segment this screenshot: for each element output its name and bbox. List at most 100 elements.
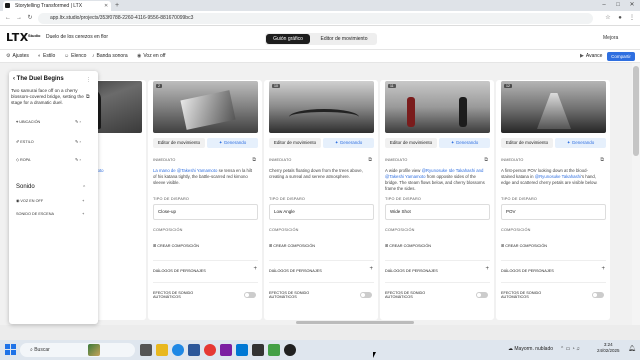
create-composition-button[interactable]: ⊞ CREAR COMPOSICIÓN [501,243,547,248]
tab-motion-editor[interactable]: Editor de movimiento [312,34,376,44]
maximize-icon[interactable]: □ [611,0,625,11]
shot-type-select[interactable]: POV [501,204,606,220]
clothing-row[interactable]: ◇ ROPA [16,156,30,164]
share-button[interactable]: Compartir [607,52,635,61]
browser-tab[interactable]: Storytelling Transformed | LTX [3,1,111,11]
copy-icon[interactable]: ⧉ [600,157,604,163]
mail-icon[interactable] [236,344,248,356]
style-row[interactable]: ✐ ESTILO [16,138,34,146]
scene-description[interactable]: Two samurai face off on a cherry blossom… [11,88,84,106]
browser-menu-icon[interactable]: ⋮ [627,11,637,26]
shot-card[interactable]: 11 Editor de movimiento ✦ Generando INME… [380,80,494,320]
horizontal-scrollbar[interactable] [296,321,414,324]
character-mention[interactable]: La mano de @Takeshi Yamamoto [153,168,217,173]
motion-editor-button[interactable]: Editor de movimiento [153,138,205,148]
create-composition-button[interactable]: ⊞ CREAR COMPOSICIÓN [269,243,315,248]
reload-icon[interactable]: ↻ [25,11,35,26]
store-icon[interactable] [188,344,200,356]
taskbar-clock[interactable]: 3:24 24/02/2025 [597,342,620,354]
close-window-icon[interactable]: ✕ [625,0,639,11]
landscape-widget-icon[interactable] [88,344,100,356]
app-icon[interactable] [220,344,232,356]
app-icon[interactable] [284,344,296,356]
cast-button[interactable]: ☺ Elenco [64,50,86,63]
generating-button[interactable]: ✦ Generando [323,138,374,148]
shot-thumbnail[interactable]: 11 [385,81,490,133]
windows-start-icon[interactable] [5,344,16,355]
create-composition-button[interactable]: ⊞ CREAR COMPOSICIÓN [385,243,431,248]
shot-thumbnail[interactable]: 2 [153,81,258,133]
add-voiceover-icon[interactable]: + [82,197,84,205]
copy-description-icon[interactable]: ⧉ [86,94,90,100]
tab-storyboard[interactable]: Guión gráfico [266,34,310,44]
notification-icon[interactable]: 🔔︎ [628,345,636,352]
taskbar-search[interactable]: ⌕ Buscar [20,343,135,357]
new-tab-icon[interactable]: + [115,1,119,11]
scene-sound-row[interactable]: SONIDO DE ESCENA [16,210,54,218]
copy-icon[interactable]: ⧉ [368,157,372,163]
add-dialogue-icon[interactable]: + [485,266,489,272]
style-button[interactable]: ◐ Estilo [38,50,55,63]
sfx-toggle[interactable] [592,292,604,298]
back-icon[interactable]: ← [3,11,13,26]
shot-type-select[interactable]: Wide Shot [385,204,490,220]
shot-card[interactable]: 12 Editor de movimiento ✦ Generando INME… [496,80,610,320]
sfx-toggle[interactable] [476,292,488,298]
edge-icon[interactable] [172,344,184,356]
soundtrack-button[interactable]: ♪ Banda sonora [92,50,128,63]
weather-widget[interactable]: ☁ Mayorm. nublado [508,346,553,352]
shot-prompt[interactable]: La mano de @Takeshi Yamamoto se tensa en… [153,168,253,186]
shot-type-select[interactable]: Low Angle [269,204,374,220]
motion-editor-button[interactable]: Editor de movimiento [269,138,321,148]
voiceover-button[interactable]: ◉ Voz en off [137,50,166,63]
motion-editor-button[interactable]: Editor de movimiento [501,138,553,148]
scene-title[interactable]: ‹ The Duel Begins [13,76,64,82]
app-logo[interactable]: LTX [6,31,29,44]
terminal-icon[interactable] [252,344,264,356]
style-edit-icon[interactable]: ✎ › [75,138,81,146]
add-scene-sound-icon[interactable]: + [82,210,84,218]
sfx-toggle[interactable] [360,292,372,298]
system-tray-icons[interactable]: ⌃ ▭ ◔ ♫ [560,346,580,352]
shot-thumbnail[interactable]: 10 [269,81,374,133]
profile-icon[interactable]: ● [615,11,625,26]
shot-prompt[interactable]: A first-person POV looking down at the b… [501,168,601,186]
minimize-icon[interactable]: – [597,0,611,11]
copy-icon[interactable]: ⧉ [484,157,488,163]
tab-close-icon[interactable]: ✕ [104,1,108,11]
create-composition-button[interactable]: ⊞ CREAR COMPOSICIÓN [153,243,199,248]
collapse-sound-icon[interactable]: ⌃ [82,185,86,191]
url-input[interactable]: app.ltx.studio/projects/353f0788-2260-41… [38,13,593,24]
task-view-icon[interactable] [140,344,152,356]
more-icon[interactable]: ⋮ [86,77,91,83]
location-edit-icon[interactable]: ✎ › [75,118,81,126]
file-explorer-icon[interactable] [156,344,168,356]
clothing-edit-icon[interactable]: ✎ › [75,156,81,164]
preview-button[interactable]: ▶ Avance [580,50,602,63]
chrome-icon[interactable] [204,344,216,356]
generating-button[interactable]: ✦ Generando [207,138,258,148]
add-dialogue-icon[interactable]: + [369,266,373,272]
shot-prompt[interactable]: Cherry petals floating down from the tre… [269,168,369,180]
project-title[interactable]: Duelo de los cerezos en flor [46,34,108,40]
add-dialogue-icon[interactable]: + [253,266,257,272]
motion-editor-button[interactable]: Editor de movimiento [385,138,437,148]
vertical-scrollbar[interactable] [633,66,639,156]
generating-button[interactable]: ✦ Generando [555,138,606,148]
upgrade-link[interactable]: Mejora [603,35,618,41]
copy-icon[interactable]: ⧉ [252,157,256,163]
shot-type-select[interactable]: Close-up [153,204,258,220]
sound-section-header[interactable]: Sonido [16,184,35,190]
settings-button[interactable]: ⚙ Ajustes [6,50,29,63]
app-icon[interactable] [268,344,280,356]
shot-prompt[interactable]: A wide profile view @Ryunosuke Ide Takah… [385,168,485,192]
generating-button[interactable]: ✦ Generando [439,138,490,148]
shot-card[interactable]: 10 Editor de movimiento ✦ Generando INME… [264,80,378,320]
location-row[interactable]: ⌖ UBICACIÓN [16,118,40,126]
forward-icon[interactable]: → [14,11,24,26]
add-dialogue-icon[interactable]: + [601,266,605,272]
voiceover-row[interactable]: ◉ VOZ EN OFF [16,197,43,205]
sfx-toggle[interactable] [244,292,256,298]
extensions-icon[interactable]: ☆ [603,11,613,26]
character-mention[interactable]: @Ryunosuke Takahashi [535,174,581,179]
